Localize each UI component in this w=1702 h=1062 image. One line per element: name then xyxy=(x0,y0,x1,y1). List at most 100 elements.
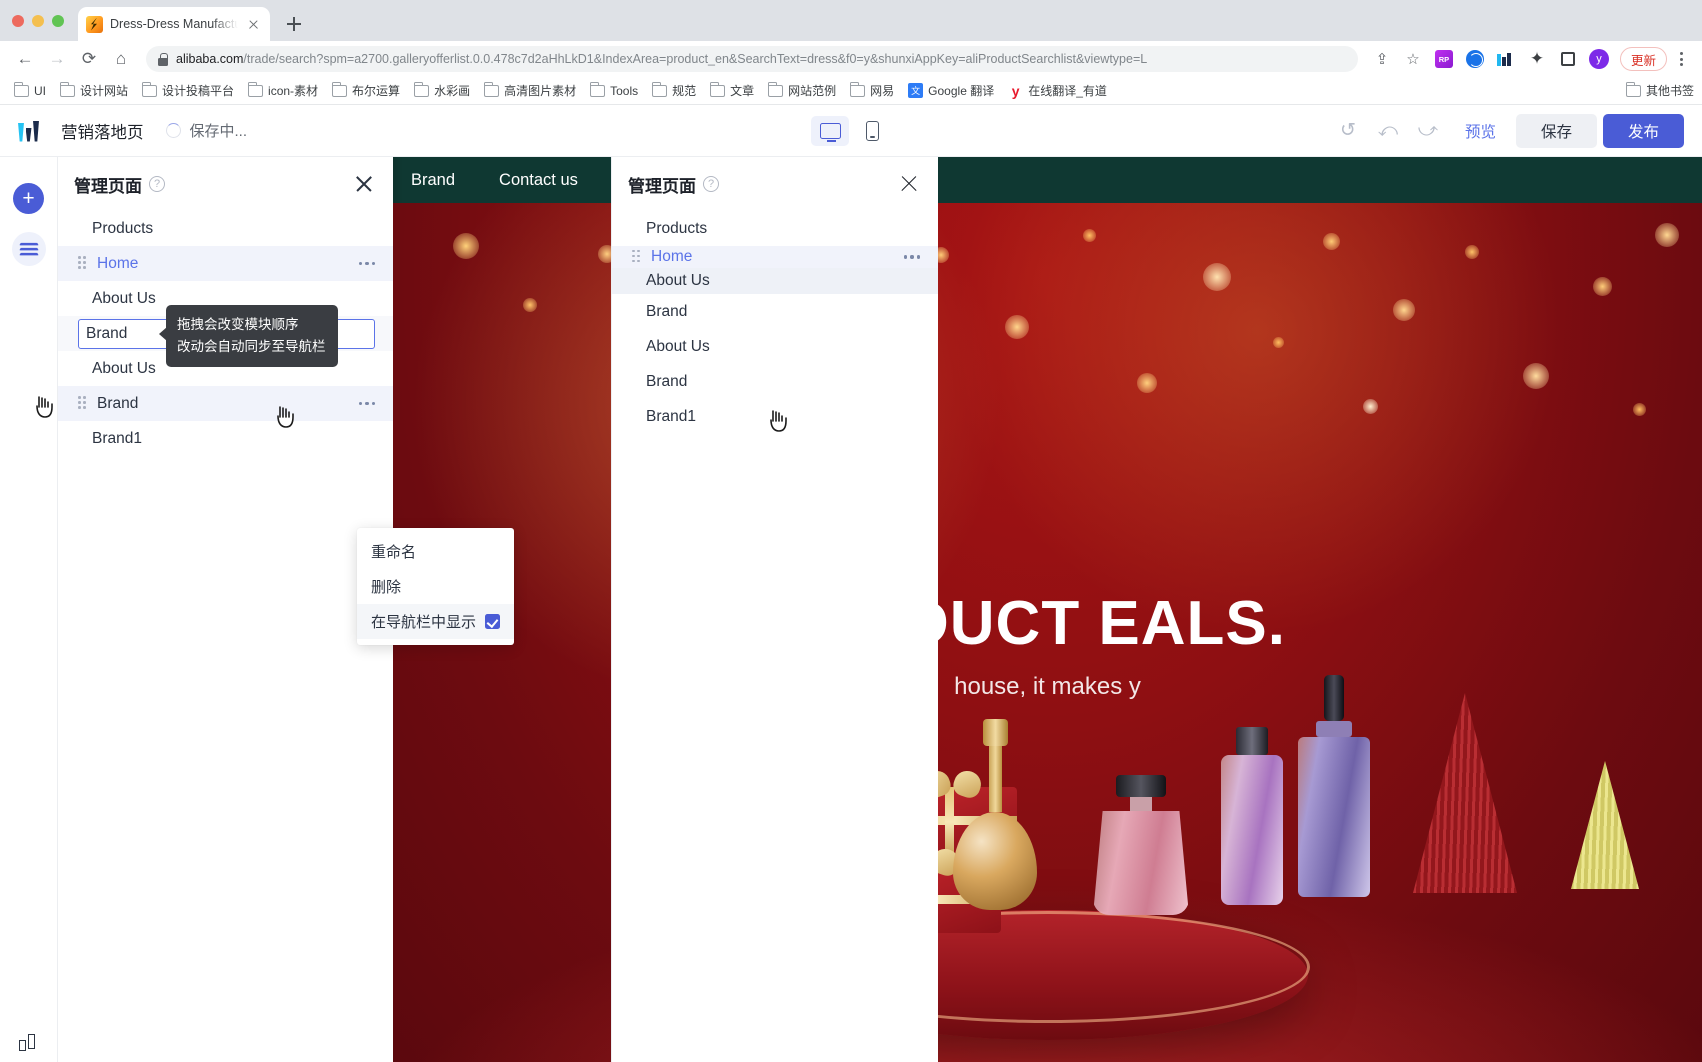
update-button[interactable]: 更新 xyxy=(1619,47,1667,71)
home-button[interactable]: ⌂ xyxy=(106,44,136,74)
tooltip-line-1: 拖拽会改变模块顺序 xyxy=(177,317,299,332)
tab-strip: Dress-Dress Manufacturers, Su xyxy=(0,0,1702,41)
close-icon[interactable] xyxy=(896,171,922,197)
drag-handle-icon[interactable] xyxy=(78,256,87,271)
list-item[interactable]: About Us xyxy=(612,268,938,294)
close-icon[interactable] xyxy=(245,16,262,33)
layers-panel-button[interactable] xyxy=(11,232,46,266)
hero-title: RODUCT EALS. xyxy=(809,589,1286,658)
site-nav-item-brand[interactable]: Brand xyxy=(411,171,455,190)
forward-button[interactable]: → xyxy=(42,44,72,74)
window-controls[interactable] xyxy=(12,0,78,41)
bookmark-label: UI xyxy=(34,83,46,98)
close-window-button[interactable] xyxy=(12,14,24,27)
row-more-button[interactable] xyxy=(358,401,375,406)
bookmark-item[interactable]: 布尔运算 xyxy=(326,80,406,101)
question-circle-icon[interactable]: ? xyxy=(703,176,719,192)
row-more-button[interactable] xyxy=(903,255,920,259)
folder-icon xyxy=(1625,82,1641,97)
bookmark-item[interactable]: 文章 xyxy=(704,80,760,101)
maximize-window-button[interactable] xyxy=(52,14,64,27)
context-menu-item-show-in-nav[interactable]: 在导航栏中显示 xyxy=(357,604,514,639)
minimize-window-button[interactable] xyxy=(32,14,44,27)
mouse-cursor xyxy=(34,395,54,418)
list-item-label: Brand xyxy=(646,372,688,390)
publish-button[interactable]: 发布 xyxy=(1602,113,1684,148)
list-item[interactable]: Brand xyxy=(58,386,393,421)
bookmark-label: 网站范例 xyxy=(788,84,837,98)
save-button[interactable]: 保存 xyxy=(1515,113,1597,148)
device-desktop-button[interactable] xyxy=(811,115,849,146)
bookmark-star-icon[interactable]: ☆ xyxy=(1399,45,1427,73)
extension-globe-icon[interactable] xyxy=(1461,45,1489,73)
bookmark-item[interactable]: 水彩画 xyxy=(408,80,476,101)
components-panel-button[interactable] xyxy=(12,1025,46,1059)
add-module-button[interactable]: + xyxy=(13,183,44,214)
lock-icon xyxy=(158,52,168,66)
avatar[interactable]: y xyxy=(1585,45,1613,73)
layers-icon xyxy=(18,242,39,257)
panel-header: 管理页面 ? xyxy=(58,157,393,211)
reload-button[interactable]: ⟳ xyxy=(74,44,104,74)
site-nav-item-contact[interactable]: Contact us xyxy=(499,171,578,190)
bookmark-item[interactable]: 规范 xyxy=(646,80,702,101)
perfume-bottle-pink xyxy=(1093,775,1189,915)
list-item-label: Home xyxy=(651,248,693,265)
extension-square-icon[interactable] xyxy=(1554,45,1582,73)
bookmark-label: Google 翻译 xyxy=(928,84,995,98)
folder-icon xyxy=(141,82,158,97)
show-in-nav-checkbox[interactable] xyxy=(485,614,500,629)
list-item[interactable]: Brand1 xyxy=(58,421,393,456)
bookmark-item[interactable]: 设计网站 xyxy=(54,80,134,101)
preview-button[interactable]: 预览 xyxy=(1451,114,1510,148)
list-item[interactable]: Home xyxy=(612,246,938,268)
undo-icon[interactable]: ⤺ xyxy=(1371,114,1405,148)
left-rail: + i xyxy=(0,157,58,1062)
bookmark-item[interactable]: y 在线翻译_有道 xyxy=(1002,80,1113,101)
device-mobile-button[interactable] xyxy=(853,116,891,146)
row-more-button[interactable] xyxy=(358,261,375,266)
bookmark-item[interactable]: UI xyxy=(8,82,52,100)
bookmark-item[interactable]: 网站范例 xyxy=(762,80,842,101)
drag-handle-icon[interactable] xyxy=(632,249,641,265)
chrome-menu-button[interactable] xyxy=(1670,52,1692,66)
hero-banner: RODUCT EALS. house, it makes y xyxy=(393,203,1702,1062)
bookmark-label: 规范 xyxy=(672,84,697,98)
new-tab-button[interactable] xyxy=(280,10,308,38)
context-menu-item-delete[interactable]: 删除 xyxy=(357,569,514,604)
history-reset-icon[interactable]: ↺ xyxy=(1331,114,1365,148)
list-item[interactable]: Brand xyxy=(612,364,938,399)
question-circle-icon[interactable]: ? xyxy=(149,176,165,192)
extension-puzzle-icon[interactable]: ✦ xyxy=(1523,45,1551,73)
list-item[interactable]: Home xyxy=(58,246,393,281)
bookmark-item[interactable]: 文 Google 翻译 xyxy=(902,80,1000,101)
bookmark-item[interactable]: Tools xyxy=(584,82,644,100)
list-item[interactable]: Brand xyxy=(612,294,938,329)
alibaba-favicon xyxy=(86,15,103,33)
browser-tab[interactable]: Dress-Dress Manufacturers, Su xyxy=(78,7,270,41)
extension-wa-icon[interactable] xyxy=(1492,45,1520,73)
address-bar[interactable]: alibaba.com/trade/search?spm=a2700.galle… xyxy=(146,46,1358,72)
list-item[interactable]: Products xyxy=(58,211,393,246)
bookmark-item[interactable]: 网易 xyxy=(844,80,900,101)
wa-logo[interactable] xyxy=(18,120,39,142)
share-icon[interactable]: ⇪ xyxy=(1368,45,1396,73)
bookmark-label: 文章 xyxy=(730,84,755,98)
site-preview-canvas: Brand Contact us RODUCT EALS. house, it … xyxy=(393,157,1702,1062)
close-icon[interactable] xyxy=(351,171,377,197)
url-domain: alibaba.com xyxy=(176,52,244,66)
bookmark-item[interactable]: icon-素材 xyxy=(242,80,324,101)
drag-handle-icon[interactable] xyxy=(78,396,87,411)
other-bookmarks-button[interactable]: 其他书签 xyxy=(1625,82,1694,99)
bookmark-item[interactable]: 高清图片素材 xyxy=(478,80,582,101)
list-item-label: Products xyxy=(92,219,154,237)
redo-icon[interactable]: ⤻ xyxy=(1411,114,1445,148)
context-menu-item-rename[interactable]: 重命名 xyxy=(357,534,514,569)
list-item-label: About Us xyxy=(646,272,710,289)
panel-title: 管理页面 xyxy=(628,176,696,196)
back-button[interactable]: ← xyxy=(10,44,40,74)
bookmark-item[interactable]: 设计投稿平台 xyxy=(136,80,240,101)
extension-rp-icon[interactable]: RP xyxy=(1430,45,1458,73)
list-item[interactable]: About Us xyxy=(612,329,938,364)
list-item[interactable]: Products xyxy=(612,211,938,246)
